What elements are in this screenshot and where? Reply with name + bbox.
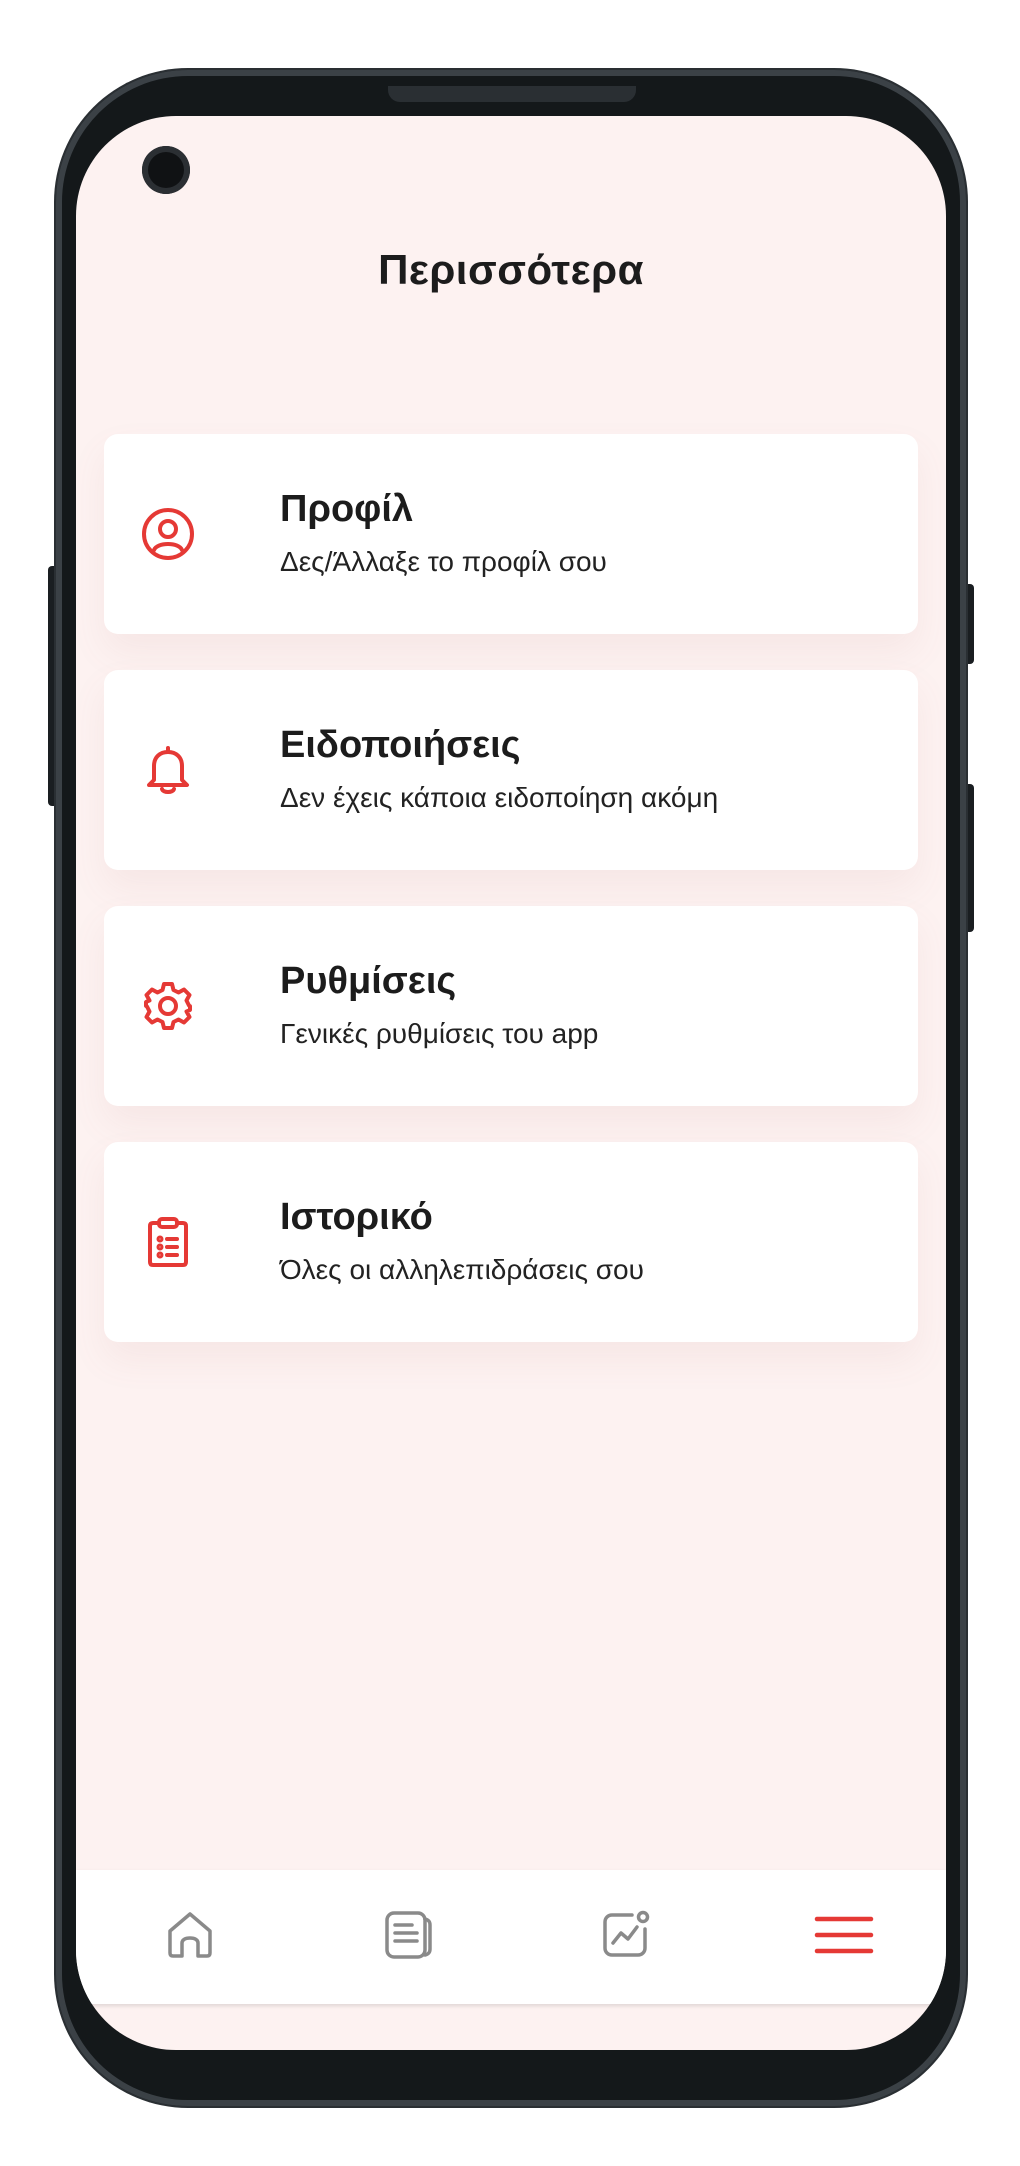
gear-icon <box>138 976 198 1036</box>
menu-item-subtitle: Όλες οι αλληλεπιδράσεις σου <box>280 1254 644 1285</box>
front-camera <box>142 146 190 194</box>
bottom-navigation-bar <box>76 1870 946 2004</box>
document-icon <box>382 1909 434 1966</box>
menu-list: Προφίλ Δες/Άλλαξε το προφίλ σου Ειδοποιή… <box>104 434 918 1378</box>
menu-item-profile[interactable]: Προφίλ Δες/Άλλαξε το προφίλ σου <box>104 434 918 634</box>
earpiece-speaker <box>388 86 636 102</box>
menu-item-history[interactable]: Ιστορικό Όλες οι αλληλεπιδράσεις σου <box>104 1142 918 1342</box>
page-title: Περισσότερα <box>378 246 644 293</box>
menu-item-title: Ειδοποιήσεις <box>280 724 521 766</box>
menu-item-subtitle: Δες/Άλλαξε το προφίλ σου <box>280 546 607 577</box>
nav-statistics-tab[interactable] <box>591 1902 661 1972</box>
menu-item-subtitle: Γενικές ρυθμίσεις του app <box>280 1018 599 1049</box>
home-icon <box>164 1909 216 1966</box>
nav-home-tab[interactable] <box>155 1902 225 1972</box>
app-screen: Περισσότερα Προφίλ Δες/Άλλαξε το προφίλ … <box>76 116 946 2050</box>
chart-icon <box>600 1909 652 1966</box>
user-circle-icon <box>138 504 198 564</box>
menu-item-title: Ιστορικό <box>280 1196 433 1238</box>
device-mockup: Περισσότερα Προφίλ Δες/Άλλαξε το προφίλ … <box>0 0 1020 2166</box>
hamburger-menu-icon <box>814 1909 874 1966</box>
menu-item-settings[interactable]: Ρυθμίσεις Γενικές ρυθμίσεις του app <box>104 906 918 1106</box>
bell-icon <box>138 740 198 800</box>
nav-more-tab[interactable] <box>809 1902 879 1972</box>
nav-documents-tab[interactable] <box>373 1902 443 1972</box>
menu-item-title: Προφίλ <box>280 488 414 530</box>
menu-item-title: Ρυθμίσεις <box>280 960 457 1002</box>
menu-item-notifications[interactable]: Ειδοποιήσεις Δεν έχεις κάποια ειδοποίηση… <box>104 670 918 870</box>
menu-item-subtitle: Δεν έχεις κάποια ειδοποίηση ακόμη <box>280 782 719 813</box>
clipboard-list-icon <box>138 1212 198 1272</box>
